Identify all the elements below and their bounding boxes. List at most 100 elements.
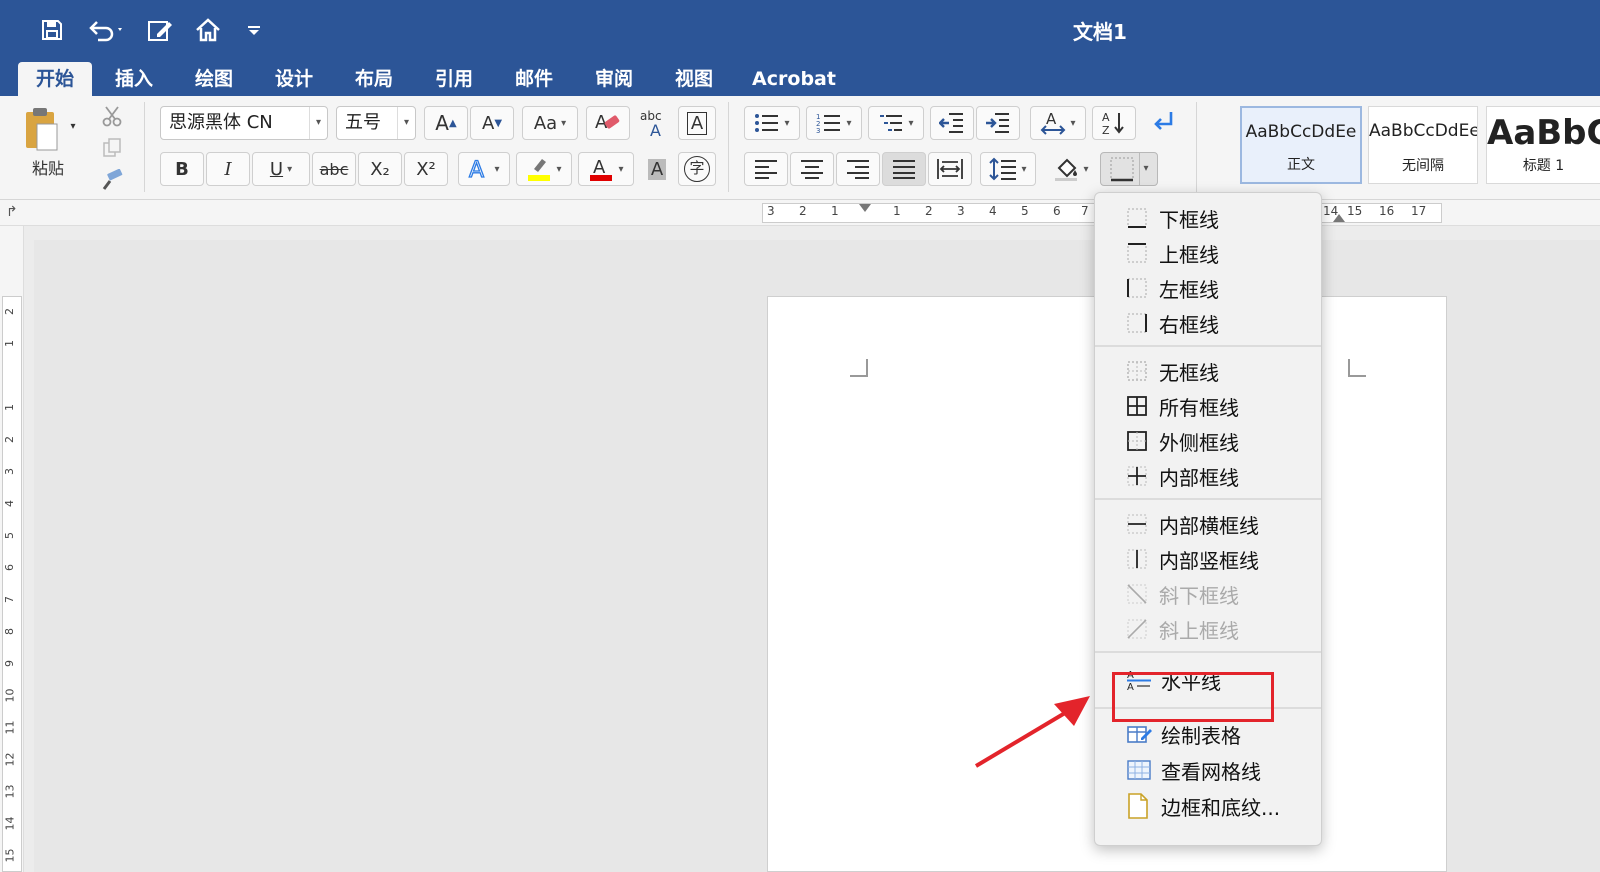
numbering-button[interactable]: 1 2 3 ▾ <box>806 106 862 140</box>
clear-format-button[interactable]: A <box>586 106 630 140</box>
ruler-number: 2 <box>3 308 16 315</box>
style-heading-1[interactable]: AaBbC 标题 1 <box>1486 106 1600 184</box>
text-direction-button[interactable]: A ▾ <box>1030 106 1086 140</box>
customize-icon[interactable] <box>244 14 264 46</box>
format-painter-icon[interactable] <box>98 166 126 194</box>
ruler-number: 8 <box>3 628 16 635</box>
svg-text:A: A <box>650 121 661 138</box>
edit-doc-icon[interactable] <box>144 14 178 46</box>
ribbon-tabs: 开始 插入 绘图 设计 布局 引用 邮件 审阅 视图 Acrobat <box>0 58 1600 96</box>
bullets-button[interactable]: ▾ <box>744 106 800 140</box>
tab-home[interactable]: 开始 <box>18 62 92 96</box>
ruler-number: 7 <box>3 596 16 603</box>
paste-icon[interactable] <box>18 104 66 154</box>
save-icon[interactable] <box>36 14 68 46</box>
menu-item-all-borders[interactable]: 所有框线 <box>1095 389 1321 423</box>
text-effects-button[interactable]: A ▾ <box>458 152 510 186</box>
shading-button[interactable]: ▾ <box>1044 152 1098 186</box>
paste-label[interactable]: 粘贴 <box>26 154 70 180</box>
font-color-button[interactable]: A ▾ <box>578 152 634 186</box>
menu-item-view-gridlines[interactable]: 查看网格线 <box>1095 753 1321 787</box>
enclose-char-button[interactable]: 字 <box>678 152 716 186</box>
menu-item-borders-and-shading[interactable]: 边框和底纹... <box>1095 789 1321 823</box>
menu-item-label: 边框和底纹... <box>1161 795 1281 820</box>
change-case-button[interactable]: Aa ▾ <box>522 106 578 140</box>
tab-view[interactable]: 视图 <box>664 62 724 96</box>
align-right-button[interactable] <box>836 152 880 186</box>
underline-button[interactable]: U ▾ <box>252 152 310 186</box>
tab-insert[interactable]: 插入 <box>104 62 164 96</box>
ruler-number: 2 <box>799 204 807 218</box>
horizontal-ruler[interactable]: ↱ 3 2 1 1 2 3 4 5 6 7 14 15 16 17 <box>0 200 1600 226</box>
font-name-dropdown-icon[interactable]: ▾ <box>309 107 327 139</box>
style-no-spacing-name: 无间隔 <box>1402 158 1444 174</box>
all-borders-icon <box>1127 396 1147 416</box>
vertical-ruler-track[interactable]: 2 1 1 2 3 4 5 6 7 8 9 10 11 12 13 14 15 <box>2 296 22 872</box>
decrease-indent-button[interactable] <box>930 106 974 140</box>
numbering-icon: 123 <box>816 113 841 134</box>
menu-item-inside-horizontal-border[interactable]: 内部横框线 <box>1095 507 1321 541</box>
align-center-button[interactable] <box>790 152 834 186</box>
menu-item-outside-borders[interactable]: 外侧框线 <box>1095 424 1321 458</box>
borders-dropdown-icon[interactable]: ▾ <box>1139 153 1149 185</box>
align-right-icon <box>847 160 869 179</box>
ruler-number: 1 <box>831 204 839 218</box>
ruler-number: 3 <box>3 468 16 475</box>
strikethrough-button[interactable]: abc <box>312 152 356 186</box>
multilevel-list-button[interactable]: ▾ <box>868 106 924 140</box>
line-spacing-button[interactable]: ▾ <box>980 152 1036 186</box>
style-no-spacing[interactable]: AaBbCcDdEe 无间隔 <box>1368 106 1478 184</box>
menu-item-no-border[interactable]: 无框线 <box>1095 354 1321 388</box>
phonetic-guide-button[interactable]: abc A <box>634 106 672 140</box>
document-title: 文档1 <box>1073 20 1127 44</box>
ruler-number: 15 <box>3 848 17 863</box>
first-line-indent-marker[interactable] <box>859 204 871 212</box>
cut-icon[interactable] <box>98 102 126 130</box>
menu-item-top-border[interactable]: 上框线 <box>1095 236 1321 270</box>
align-left-button[interactable] <box>744 152 788 186</box>
menu-item-label: 无框线 <box>1159 360 1219 385</box>
justify-icon <box>893 160 915 179</box>
bold-button[interactable]: B <box>160 152 204 186</box>
menu-separator <box>1095 651 1321 653</box>
menu-item-right-border[interactable]: 右框线 <box>1095 306 1321 340</box>
font-name-combo[interactable]: 思源黑体 CN ▾ <box>160 106 328 140</box>
subscript-button[interactable]: X₂ <box>358 152 402 186</box>
superscript-button[interactable]: X² <box>404 152 448 186</box>
undo-icon[interactable] <box>84 14 128 46</box>
tab-mailings[interactable]: 邮件 <box>504 62 564 96</box>
justify-button[interactable] <box>882 152 926 186</box>
menu-item-inside-borders[interactable]: 内部框线 <box>1095 459 1321 493</box>
shrink-font-button[interactable]: A ▼ <box>470 106 514 140</box>
distribute-button[interactable] <box>928 152 972 186</box>
borders-button[interactable]: ▾ <box>1100 152 1158 186</box>
menu-item-bottom-border[interactable]: 下框线 <box>1095 201 1321 235</box>
tab-layout[interactable]: 布局 <box>344 62 404 96</box>
right-indent-marker[interactable] <box>1333 214 1345 222</box>
tab-references[interactable]: 引用 <box>424 62 484 96</box>
tab-draw[interactable]: 绘图 <box>184 62 244 96</box>
menu-item-left-border[interactable]: 左框线 <box>1095 271 1321 305</box>
tab-review[interactable]: 审阅 <box>584 62 644 96</box>
tab-selector-icon[interactable]: ↱ <box>6 204 18 220</box>
home-icon[interactable] <box>192 14 224 46</box>
tab-acrobat[interactable]: Acrobat <box>744 62 844 96</box>
font-size-combo[interactable]: 五号 ▾ <box>336 106 416 140</box>
style-normal[interactable]: AaBbCcDdEe 正文 <box>1240 106 1362 184</box>
menu-item-draw-table[interactable]: 绘制表格 <box>1095 717 1321 751</box>
italic-button[interactable]: I <box>206 152 250 186</box>
copy-icon[interactable] <box>98 134 126 162</box>
grow-font-button[interactable]: A ▲ <box>424 106 468 140</box>
char-shading-button[interactable]: A <box>640 152 674 186</box>
style-normal-sample: AaBbCcDdEe <box>1245 122 1357 142</box>
vertical-ruler[interactable]: 2 1 1 2 3 4 5 6 7 8 9 10 11 12 13 14 15 <box>0 226 24 872</box>
highlight-button[interactable]: ▾ <box>516 152 572 186</box>
font-size-dropdown-icon[interactable]: ▾ <box>397 107 415 139</box>
sort-button[interactable]: AZ <box>1092 106 1136 140</box>
paste-dropdown-icon[interactable]: ▾ <box>66 116 80 136</box>
char-border-button[interactable]: A <box>678 106 716 140</box>
increase-indent-button[interactable] <box>976 106 1020 140</box>
show-marks-button[interactable] <box>1144 106 1184 140</box>
menu-item-inside-vertical-border[interactable]: 内部竖框线 <box>1095 542 1321 576</box>
tab-design[interactable]: 设计 <box>264 62 324 96</box>
